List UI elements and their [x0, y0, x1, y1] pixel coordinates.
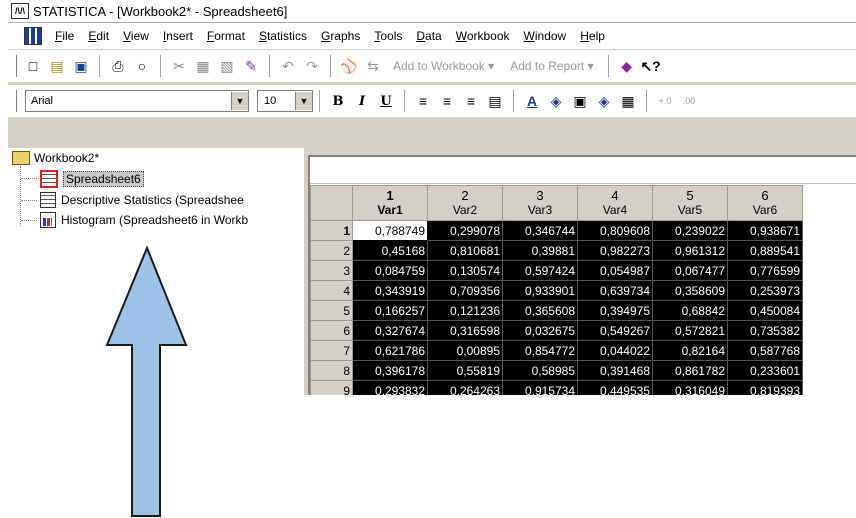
annotation-arrow — [105, 245, 188, 517]
up-arrow-icon — [105, 245, 188, 517]
